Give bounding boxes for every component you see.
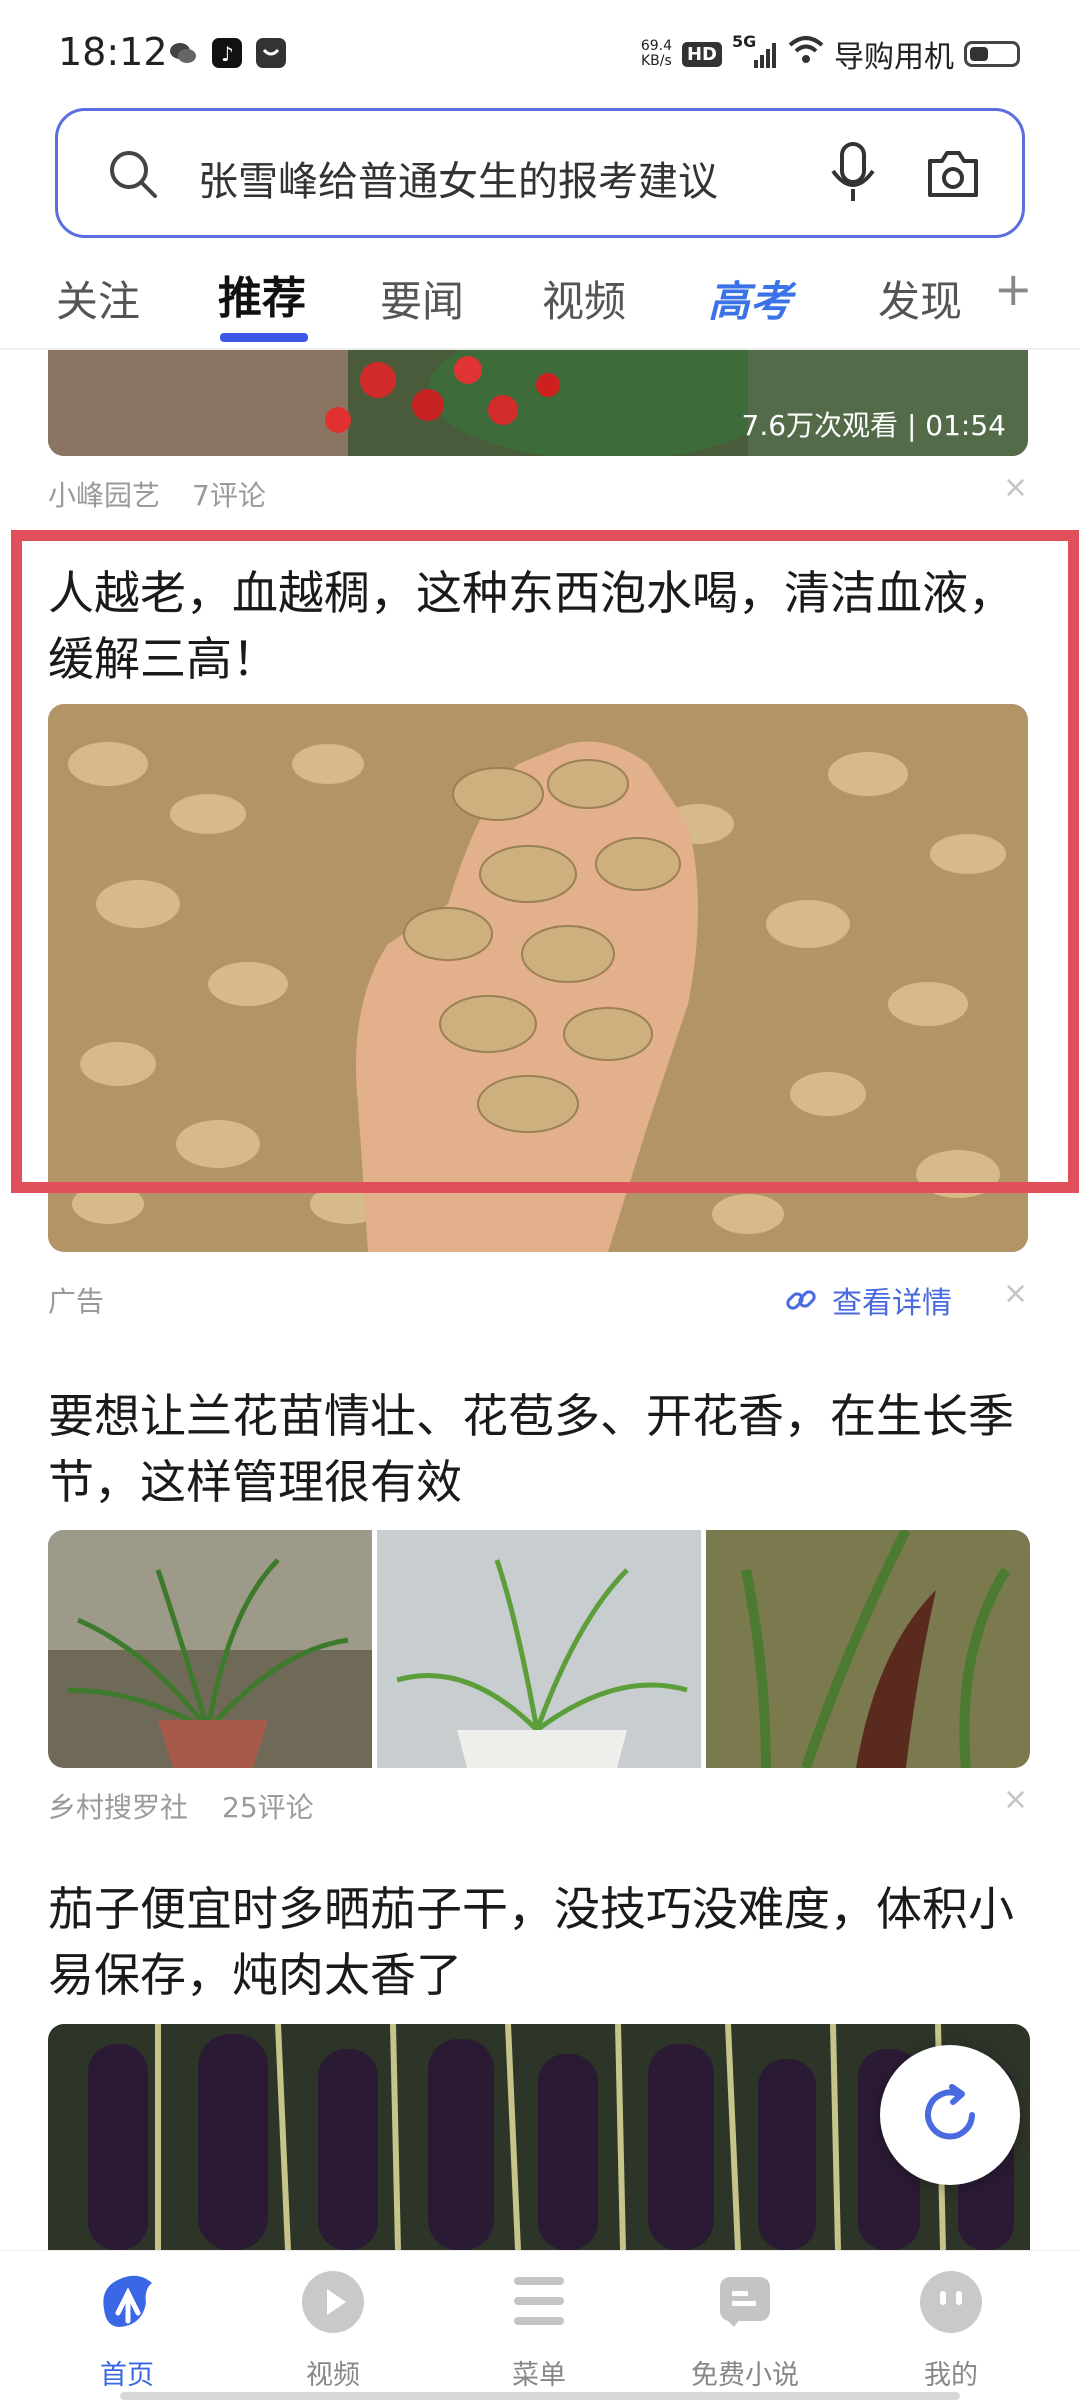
tab-gaokao[interactable]: 高考 bbox=[708, 268, 792, 329]
item2-image-3[interactable] bbox=[706, 1530, 1030, 1768]
item2-comments: 25评论 bbox=[222, 1791, 314, 1824]
wechat-icon bbox=[168, 38, 198, 68]
nav-profile-label: 我的 bbox=[924, 2360, 978, 2391]
video-thumbnail[interactable]: 7.6万次观看 | 01:54 bbox=[48, 350, 1028, 456]
search-input[interactable]: 张雪峰给普通女生的报考建议 bbox=[198, 149, 788, 207]
microphone-icon[interactable] bbox=[828, 141, 878, 211]
nav-novel-label: 免费小说 bbox=[691, 2360, 799, 2391]
refresh-icon bbox=[918, 2083, 982, 2151]
tab-recommend[interactable]: 推荐 bbox=[218, 262, 306, 326]
nav-home[interactable]: 首页 bbox=[52, 2251, 202, 2400]
carrier-text: 导购用机 bbox=[834, 40, 954, 75]
signal-5g-icon: 5G bbox=[732, 32, 778, 70]
item2-author[interactable]: 乡村搜罗社 bbox=[48, 1786, 188, 1826]
tab-follow[interactable]: 关注 bbox=[56, 268, 140, 329]
link-icon[interactable] bbox=[783, 1282, 819, 1322]
add-tab-button[interactable]: + bbox=[994, 262, 1033, 316]
status-time: 18:12 bbox=[58, 30, 168, 74]
status-right-group: 69.4 KB/s HD 5G 导购用机 bbox=[641, 32, 1020, 76]
app-screen: 18:12 ♪ 69.4 KB/s HD 5G 导购用机 张雪峰给普通女生的报考… bbox=[0, 0, 1080, 2400]
profile-face-icon bbox=[920, 2271, 982, 2333]
camera-icon[interactable] bbox=[924, 147, 982, 205]
battery-icon bbox=[964, 41, 1020, 67]
search-icon bbox=[106, 147, 160, 205]
item2-image-1[interactable] bbox=[48, 1530, 372, 1768]
book-icon bbox=[714, 2271, 776, 2337]
ad-label: 广告 bbox=[48, 1285, 105, 1318]
nav-video-label: 视频 bbox=[306, 2360, 360, 2391]
refresh-button[interactable] bbox=[880, 2045, 1020, 2185]
nav-profile[interactable]: 我的 bbox=[876, 2251, 1026, 2400]
search-bar[interactable]: 张雪峰给普通女生的报考建议 bbox=[55, 108, 1025, 238]
network-speed: 69.4 KB/s bbox=[641, 39, 672, 69]
nav-novel[interactable]: 免费小说 bbox=[670, 2251, 820, 2400]
tab-discover[interactable]: 发现 bbox=[878, 268, 962, 329]
highlight-box bbox=[11, 530, 1079, 1193]
item2-title[interactable]: 要想让兰花苗情壮、花苞多、开花香，在生长季节，这样管理很有效 bbox=[48, 1383, 1038, 1515]
network-speed-value: 69.4 bbox=[640, 38, 672, 54]
video-overlay-stats: 7.6万次观看 | 01:54 bbox=[741, 409, 1006, 442]
network-speed-unit: KB/s bbox=[641, 53, 672, 69]
wifi-icon bbox=[788, 35, 824, 73]
tab-news[interactable]: 要闻 bbox=[380, 268, 464, 329]
play-icon bbox=[302, 2271, 364, 2333]
item2-image-2[interactable] bbox=[377, 1530, 701, 1768]
home-indicator[interactable] bbox=[120, 2392, 960, 2400]
item0-dismiss-icon[interactable]: × bbox=[1003, 470, 1028, 505]
channel-tabs: 关注 推荐 要闻 视频 高考 发现 + bbox=[0, 248, 1080, 348]
nav-video[interactable]: 视频 bbox=[258, 2251, 408, 2400]
item0-author[interactable]: 小峰园艺 bbox=[48, 474, 160, 514]
nav-home-label: 首页 bbox=[100, 2360, 154, 2391]
hd-badge: HD bbox=[681, 41, 722, 67]
status-bar: 18:12 ♪ 69.4 KB/s HD 5G 导购用机 bbox=[0, 0, 1080, 100]
tiktok-icon: ♪ bbox=[212, 38, 242, 68]
item3-title[interactable]: 茄子便宜时多晒茄子干，没技巧没难度，体积小易保存，炖肉太香了 bbox=[48, 1876, 1038, 2008]
nav-menu-label: 菜单 bbox=[512, 2360, 566, 2391]
item0-comments: 7评论 bbox=[192, 479, 266, 512]
bottom-navigation: 首页 视频 菜单 免费小说 我的 bbox=[0, 2250, 1080, 2400]
item1-dismiss-icon[interactable]: × bbox=[1003, 1276, 1028, 1311]
app-notification-icon bbox=[256, 38, 286, 68]
tab-video[interactable]: 视频 bbox=[542, 268, 626, 329]
menu-icon bbox=[508, 2273, 570, 2333]
nav-menu[interactable]: 菜单 bbox=[464, 2251, 614, 2400]
svg-text:♪: ♪ bbox=[221, 42, 234, 66]
view-details-link[interactable]: 查看详情 bbox=[832, 1278, 952, 1322]
item2-dismiss-icon[interactable]: × bbox=[1003, 1782, 1028, 1817]
tab-active-indicator bbox=[220, 333, 308, 342]
home-icon bbox=[94, 2269, 160, 2339]
